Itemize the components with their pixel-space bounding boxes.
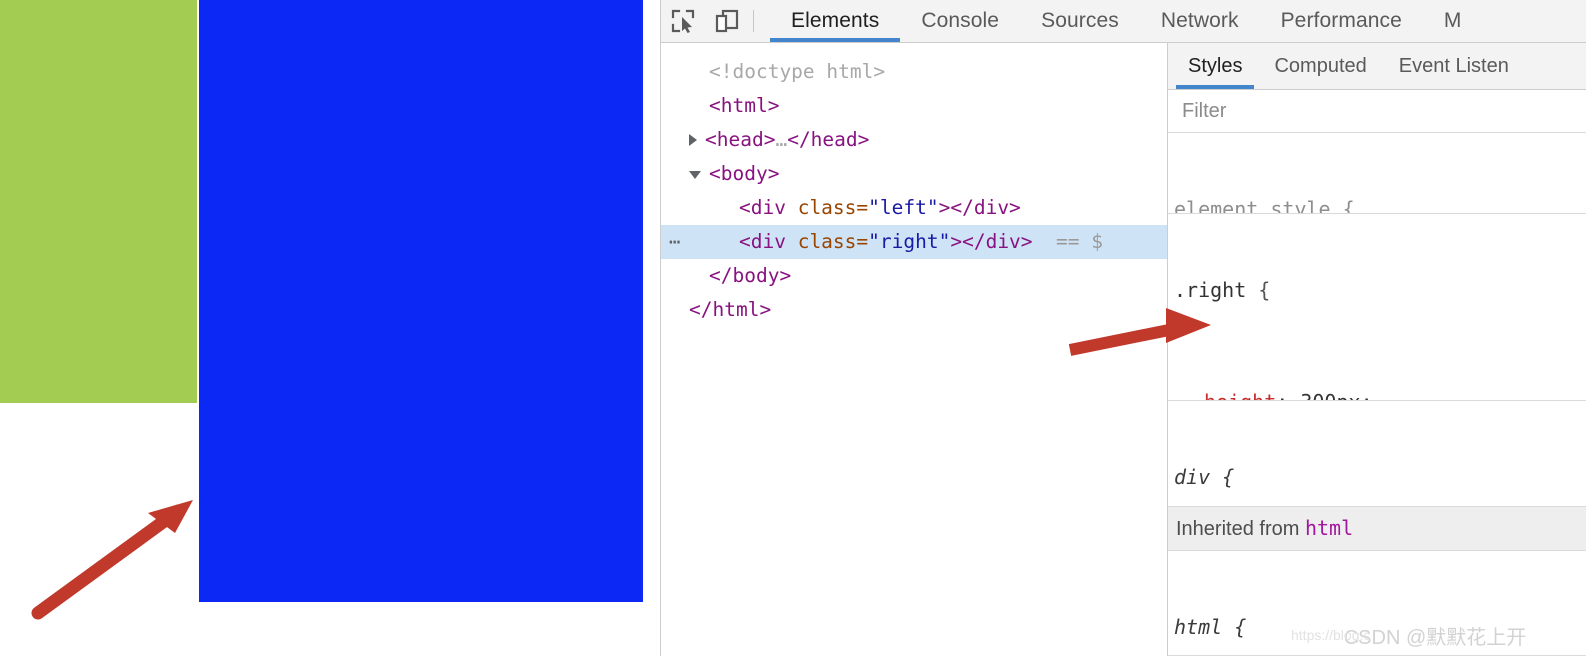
div-left-lt: <div: [739, 196, 798, 219]
tab-memory-label: M: [1443, 9, 1462, 32]
dom-line-body-close[interactable]: </body>: [661, 259, 1167, 293]
rule-html-selector: html: [1174, 614, 1223, 639]
rule-element-style-open-brace: {: [1342, 197, 1355, 214]
tab-sources-label: Sources: [1041, 9, 1119, 32]
body-open-tag: <body>: [709, 162, 780, 185]
chevron-right-icon[interactable]: [689, 134, 697, 146]
dom-line-head[interactable]: <head>… </head>: [661, 123, 1167, 157]
rule-div-header: div {: [1174, 463, 1586, 491]
dom-line-body-open[interactable]: <body>: [661, 157, 1167, 191]
tab-computed-label: Computed: [1274, 54, 1367, 77]
decl-height-prop: height: [1204, 390, 1276, 401]
styles-filter-row: [1168, 90, 1586, 133]
rule-right-header: .right {: [1174, 276, 1586, 304]
div-right-attr: class=: [797, 230, 869, 253]
dom-line-html-open[interactable]: <html>: [661, 89, 1167, 123]
rule-html-open-brace: {: [1234, 614, 1247, 639]
html-open-tag: <html>: [709, 94, 780, 117]
rule-element-style-selector: element.style: [1174, 197, 1331, 214]
inherited-prefix: Inherited from: [1176, 517, 1305, 540]
div-left-gt: >: [938, 196, 951, 219]
rule-div-ua[interactable]: div { display: block; }: [1168, 401, 1586, 507]
devtools-body: <!doctype html> <html> <head>… </head> <b…: [661, 43, 1586, 656]
tab-network-label: Network: [1160, 9, 1239, 32]
rule-right[interactable]: .right { height: 300px; background:blue;…: [1168, 214, 1586, 402]
doctype-text: <!doctype html>: [709, 60, 886, 83]
inherited-source: html: [1304, 515, 1354, 540]
devtools-tab-list: Elements Console Sources Network Perform…: [770, 0, 1482, 42]
tab-console-label: Console: [921, 9, 1000, 32]
tab-performance[interactable]: Performance: [1260, 0, 1423, 42]
dom-line-div-left[interactable]: <div class= "left" > </div>: [661, 191, 1167, 225]
rule-html-header: html {: [1174, 613, 1586, 641]
html-close-tag: </html>: [689, 298, 772, 321]
tab-styles[interactable]: Styles: [1172, 43, 1258, 89]
tab-performance-label: Performance: [1280, 9, 1402, 32]
decl-height-value[interactable]: 300px: [1300, 390, 1360, 401]
annotation-arrow-page: [31, 500, 193, 620]
body-close-tag: </body>: [709, 264, 792, 287]
dom-line-doctype[interactable]: <!doctype html>: [661, 55, 1167, 89]
rule-div-selector: div: [1174, 465, 1211, 490]
tab-elements[interactable]: Elements: [770, 0, 901, 42]
rule-element-style-header: element.style {: [1174, 195, 1586, 214]
decl-height[interactable]: height: 300px;: [1174, 388, 1586, 401]
page-right-box: [199, 0, 643, 602]
dom-line-div-right[interactable]: ⋯ <div class= "right" > </div> == $: [661, 225, 1167, 259]
styles-tab-list: Styles Computed Event Listen: [1168, 43, 1586, 90]
div-right-close: </div>: [962, 230, 1033, 253]
div-right-lt: <div: [739, 230, 798, 253]
page-viewport: [0, 0, 658, 656]
head-close-tag: </head>: [787, 128, 870, 151]
device-toolbar-icon[interactable]: [705, 0, 749, 42]
styles-pane: Styles Computed Event Listen element.sty…: [1168, 43, 1586, 656]
inherited-from-header: Inherited from html: [1168, 506, 1586, 551]
tab-styles-label: Styles: [1188, 54, 1243, 77]
dom-row-more-icon[interactable]: ⋯: [669, 233, 682, 252]
page-left-box: [0, 0, 197, 403]
rule-element-style[interactable]: element.style { }: [1168, 133, 1586, 214]
rule-right-open-brace: {: [1258, 277, 1271, 302]
rule-div-open-brace: {: [1222, 465, 1235, 490]
rule-right-selector: .right: [1174, 277, 1247, 302]
div-left-attr: class=: [797, 196, 869, 219]
tab-event-listeners[interactable]: Event Listen: [1383, 43, 1525, 89]
div-right-gt: >: [950, 230, 963, 253]
toolbar-separator: [753, 10, 754, 32]
tab-console[interactable]: Console: [900, 0, 1020, 42]
div-left-close: </div>: [950, 196, 1021, 219]
tab-memory-truncated[interactable]: M: [1423, 0, 1483, 42]
div-right-value: "right": [868, 230, 951, 253]
tab-computed[interactable]: Computed: [1258, 43, 1382, 89]
head-open-tag: <head>: [705, 128, 776, 151]
selected-node-badge: == $: [1056, 230, 1103, 253]
tab-event-listeners-label: Event Listen: [1398, 54, 1509, 77]
devtools-toolbar: Elements Console Sources Network Perform…: [661, 0, 1586, 43]
head-ellipsis: …: [775, 128, 788, 151]
div-left-value: "left": [868, 196, 939, 219]
rule-html-ua[interactable]: html { color: -internal-root-col }: [1168, 551, 1586, 656]
inspect-element-icon[interactable]: [661, 0, 705, 42]
dom-line-html-close[interactable]: </html>: [661, 293, 1167, 327]
dom-tree-pane[interactable]: <!doctype html> <html> <head>… </head> <b…: [661, 43, 1168, 656]
tab-elements-label: Elements: [791, 9, 880, 32]
chevron-down-icon[interactable]: [689, 171, 701, 179]
tab-sources[interactable]: Sources: [1020, 0, 1140, 42]
styles-filter-input[interactable]: [1174, 98, 1580, 124]
tab-network[interactable]: Network: [1140, 0, 1260, 42]
div-right-badge: [1033, 225, 1056, 259]
devtools-panel: Elements Console Sources Network Perform…: [660, 0, 1586, 656]
